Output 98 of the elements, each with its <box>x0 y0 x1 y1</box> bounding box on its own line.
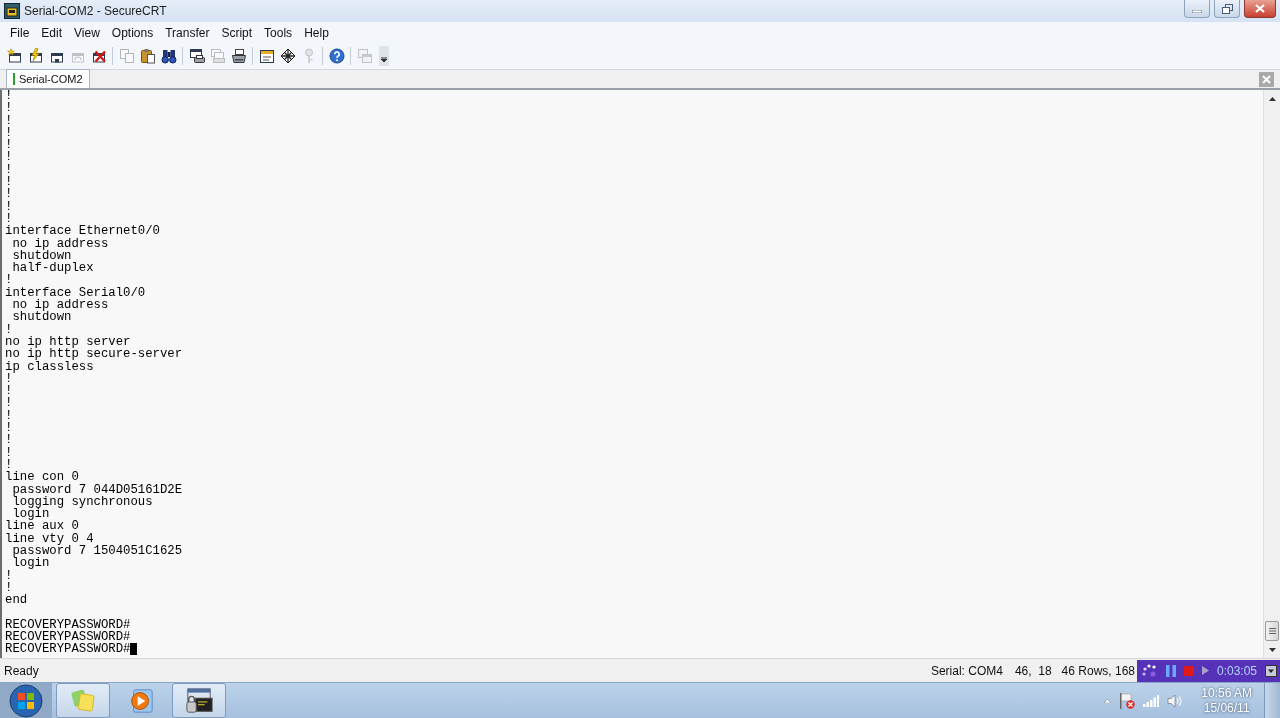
pause-icon[interactable] <box>1166 664 1176 677</box>
terminal-line: ! <box>5 126 13 140</box>
restore-icon <box>1221 3 1233 14</box>
terminal-prompt: RECOVERYPASSWORD# <box>5 618 131 632</box>
window-title: Serial-COM2 - SecureCRT <box>24 3 167 19</box>
chevron-up-icon[interactable] <box>1104 698 1112 703</box>
play-icon[interactable] <box>1202 666 1209 675</box>
window-x-icon <box>90 48 107 64</box>
printer-icon <box>230 48 247 64</box>
terminal-line: shutdown <box>11 311 72 324</box>
binoculars-icon <box>160 48 177 64</box>
terminal-line: interface Ethernet0/0 <box>5 225 160 238</box>
terminal-line: ! <box>5 372 13 386</box>
caret-up-icon <box>1268 96 1276 101</box>
help-icon <box>328 48 345 64</box>
close-icon <box>1262 75 1271 84</box>
stacked-pages-icon <box>209 48 226 64</box>
close-icon <box>1255 4 1265 13</box>
terminal-line: ! <box>5 385 13 398</box>
windows-icon <box>356 48 373 64</box>
terminal-line: interface Serial0/0 <box>5 286 146 300</box>
terminal-line: ! <box>5 274 13 287</box>
terminal-line: ! <box>5 200 13 213</box>
dropdown-icon[interactable] <box>1265 664 1278 677</box>
form-window-icon <box>258 48 275 64</box>
menu-item[interactable]: View <box>68 23 106 43</box>
terminal-line: ! <box>5 212 13 226</box>
terminal-line: logging synchronous <box>11 495 153 509</box>
terminal-line: password 7 1504051C1625 <box>11 545 183 558</box>
terminal-line: ! <box>5 139 13 152</box>
terminal-line: ! <box>5 434 13 447</box>
grip-icon <box>1268 628 1276 634</box>
status-cursor-position: 46, 18 <box>1014 662 1052 680</box>
terminal-line: login <box>12 508 50 521</box>
window-printer-icon <box>188 48 205 64</box>
status-terminal-size: 46 Rows, 168 <box>1061 662 1135 680</box>
terminal-line: half-duplex <box>11 262 94 275</box>
chevron-down-icon <box>381 57 387 63</box>
recording-timer: 0:03:05 <box>1217 662 1258 680</box>
terminal-prompt: RECOVERYPASSWORD# <box>5 643 131 656</box>
window-star-icon <box>6 48 23 64</box>
scroll-thumb[interactable] <box>1265 621 1279 641</box>
flag-x-icon[interactable] <box>1119 691 1136 710</box>
status-port: Serial: COM4 <box>930 662 1003 680</box>
status-indicator-icon <box>13 73 15 85</box>
terminal-line: ! <box>5 163 13 177</box>
taskbar-button[interactable] <box>172 683 226 718</box>
copy-icon <box>118 48 135 64</box>
terminal-line: no ip address <box>11 237 109 250</box>
terminal-line: ! <box>5 323 13 336</box>
terminal-line: shutdown <box>11 249 72 263</box>
terminal-line: ! <box>5 422 13 435</box>
menu-item[interactable]: Script <box>215 23 259 43</box>
terminal-line: ! <box>5 397 13 410</box>
window-lock-icon <box>185 686 213 715</box>
terminal-line: ! <box>5 446 13 459</box>
menu-item[interactable]: File <box>4 23 36 43</box>
start-orb-icon <box>9 683 43 718</box>
menu-item[interactable]: Transfer <box>159 23 216 43</box>
menu-item[interactable]: Help <box>298 23 335 43</box>
terminal-line: ! <box>5 151 13 164</box>
menu-item[interactable]: Edit <box>35 23 69 43</box>
toolbar-overflow-button[interactable] <box>379 46 389 66</box>
close-button[interactable] <box>1244 0 1276 18</box>
clipboard-icon <box>139 48 156 64</box>
session-tab[interactable]: Serial-COM2 <box>6 69 90 88</box>
start-button[interactable] <box>0 683 52 718</box>
minimize-icon <box>1192 9 1202 13</box>
restore-button[interactable] <box>1214 0 1240 18</box>
terminal-line: ! <box>5 188 13 201</box>
terminal-line: ! <box>5 458 13 472</box>
terminal-line: password 7 044D05161D2E <box>11 483 183 496</box>
terminal-line: login <box>11 557 50 570</box>
caret-down-icon <box>1268 647 1276 652</box>
terminal-line: ! <box>5 176 13 189</box>
status-message: Ready <box>4 662 39 680</box>
toolbar-button[interactable] <box>326 45 347 67</box>
speaker-icon[interactable] <box>1167 693 1184 708</box>
terminal-line: no ip http secure-server <box>5 348 183 361</box>
app-icon <box>4 3 20 19</box>
terminal-line: ! <box>5 90 13 103</box>
terminal-line: ! <box>5 569 13 582</box>
terminal-line: ip classless <box>5 360 94 373</box>
window-lightning-icon <box>27 48 44 64</box>
diamond-grid-icon <box>279 48 296 64</box>
terminal-line: no ip address <box>11 299 109 312</box>
terminal-line: line con 0 <box>5 471 79 484</box>
terminal-line: ! <box>5 114 13 127</box>
terminal-prompt: RECOVERYPASSWORD# <box>5 631 131 644</box>
menu-item[interactable]: Tools <box>258 23 299 43</box>
terminal-line: line vty 0 4 <box>5 532 94 545</box>
terminal-line: ! <box>5 409 13 422</box>
terminal-line: end <box>5 594 28 607</box>
terminal-line: line aux 0 <box>5 520 79 533</box>
terminal-line: ! <box>5 581 13 595</box>
menu-item[interactable]: Options <box>105 23 160 43</box>
terminal-line: ! <box>5 102 13 115</box>
terminal-line: no ip http server <box>5 335 131 349</box>
